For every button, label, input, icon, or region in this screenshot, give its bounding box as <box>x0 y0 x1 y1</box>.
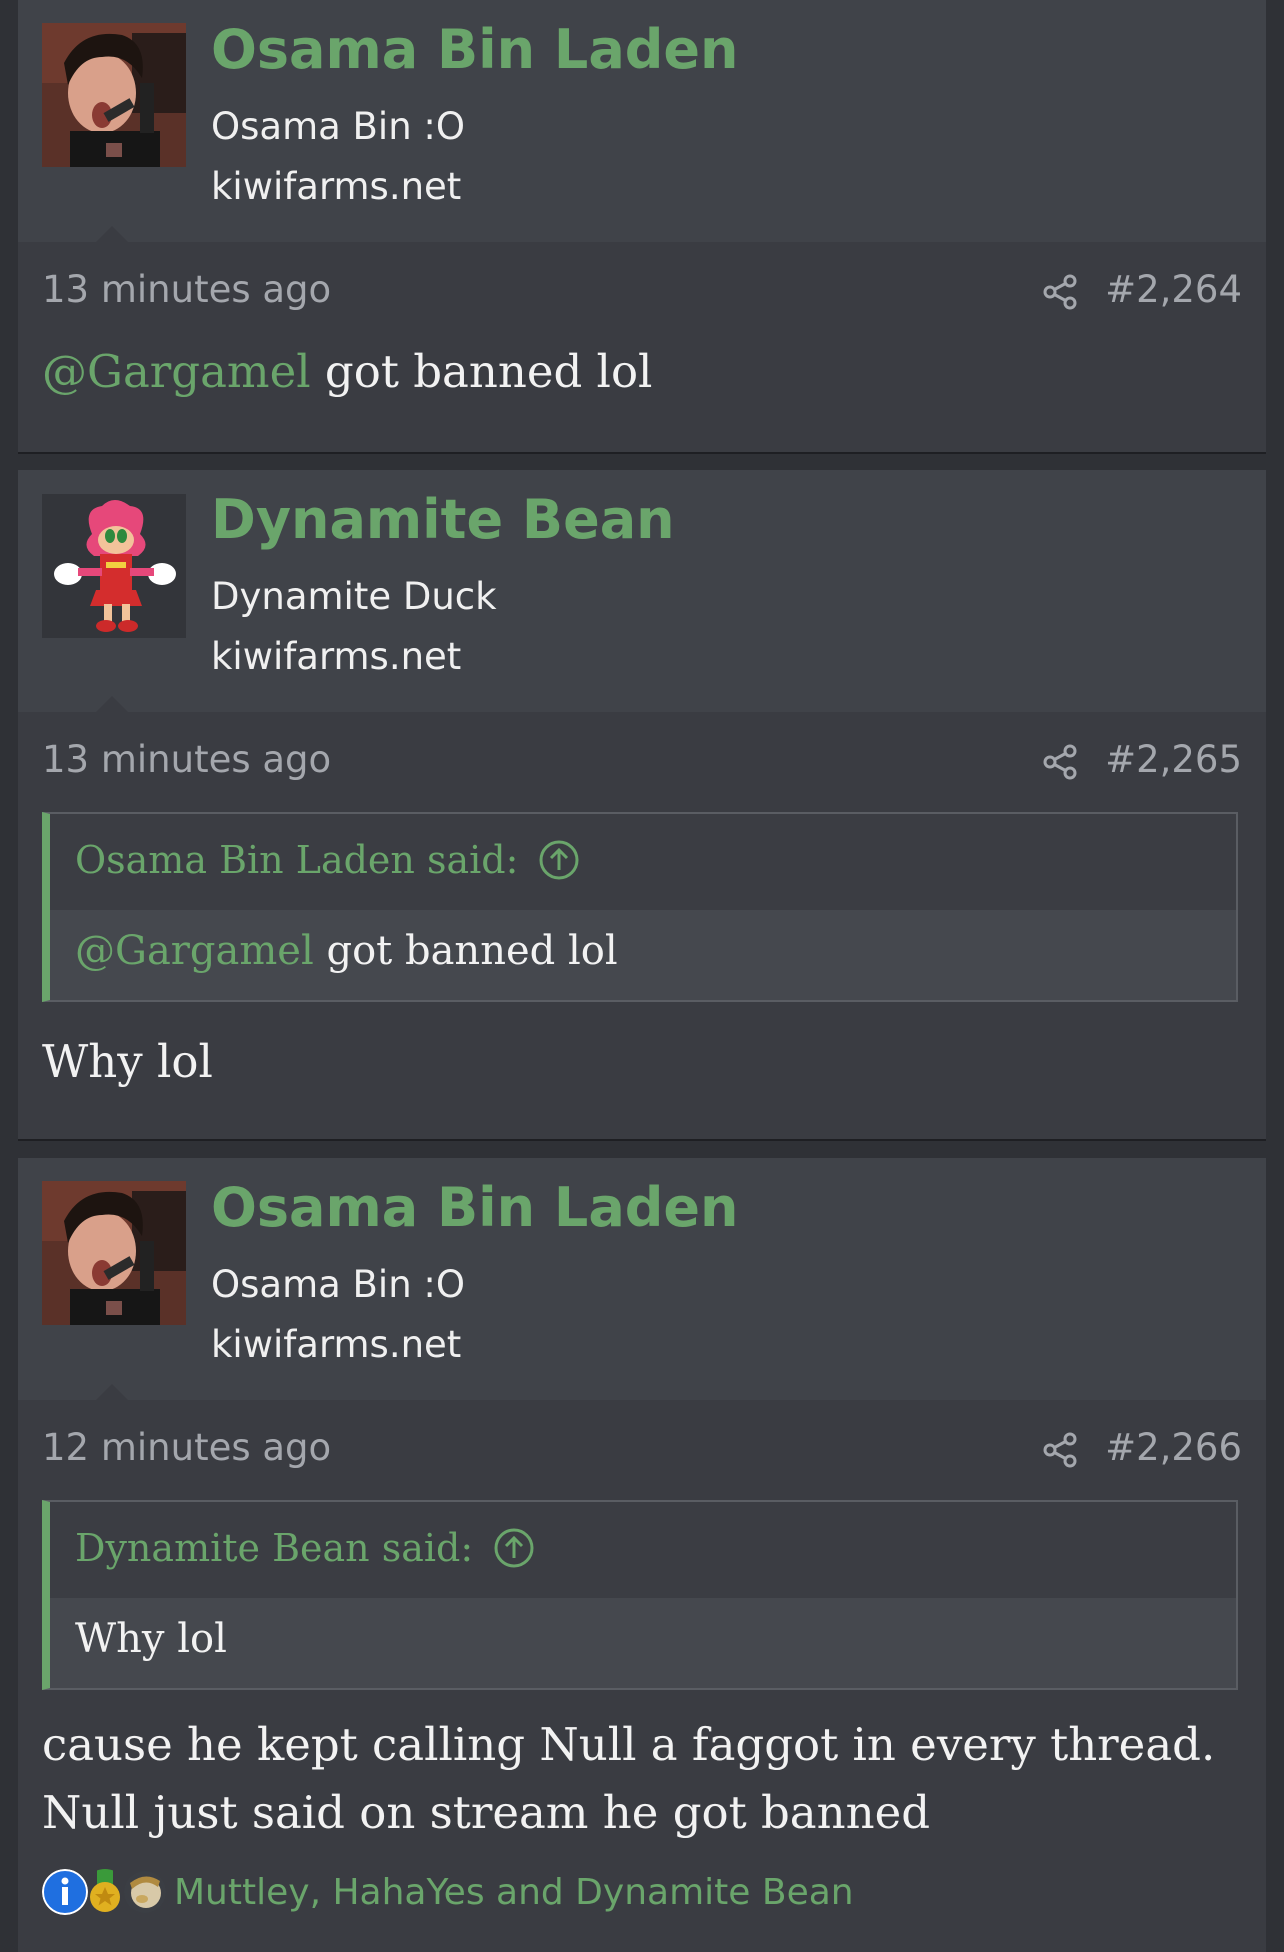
post-body-text: Why lol <box>42 1035 213 1088</box>
quote-attribution[interactable]: Dynamite Bean said: <box>75 1526 535 1570</box>
share-icon[interactable] <box>1040 272 1080 312</box>
post-user-header: Osama Bin Laden Osama Bin :O kiwifarms.n… <box>18 0 1266 242</box>
user-avatar[interactable] <box>42 1181 186 1325</box>
post-timestamp[interactable]: 13 minutes ago <box>42 268 331 311</box>
quote-attribution-text: Osama Bin Laden said: <box>75 838 519 882</box>
reaction-users-link[interactable]: Muttley, HahaYes and Dynamite Bean <box>174 1872 854 1913</box>
user-title: Osama Bin :O <box>211 1263 466 1306</box>
username[interactable]: Dynamite Bean <box>211 488 675 553</box>
user-mention-link[interactable]: @Gargamel <box>42 345 311 398</box>
thunk-provoking-icon <box>124 1871 166 1913</box>
share-icon[interactable] <box>1040 1430 1080 1470</box>
share-icon[interactable] <box>1040 742 1080 782</box>
user-photo-avatar-icon <box>42 23 186 167</box>
post-user-header: Osama Bin Laden Osama Bin :O kiwifarms.n… <box>18 1158 1266 1400</box>
header-pointer <box>96 226 128 242</box>
username[interactable]: Osama Bin Laden <box>211 18 738 83</box>
post-timestamp[interactable]: 12 minutes ago <box>42 1426 331 1469</box>
username[interactable]: Osama Bin Laden <box>211 1176 738 1241</box>
quote-attribution[interactable]: Osama Bin Laden said: <box>75 838 580 882</box>
post-number-link[interactable]: #2,264 <box>1105 268 1242 311</box>
arrow-up-circle-icon[interactable] <box>493 1527 535 1569</box>
user-site: kiwifarms.net <box>211 165 462 208</box>
thread-page: Osama Bin Laden Osama Bin :O kiwifarms.n… <box>0 0 1284 1952</box>
post-timestamp[interactable]: 13 minutes ago <box>42 738 331 781</box>
post-meta: 13 minutes ago #2,265 <box>18 722 1266 802</box>
post-body: @Gargamel got banned lol <box>42 338 652 406</box>
pink-hedgehog-avatar-icon <box>42 494 186 638</box>
user-mention-link[interactable]: @Gargamel <box>75 928 314 974</box>
quote-text: Why lol <box>75 1616 227 1662</box>
user-photo-avatar-icon <box>42 1181 186 1325</box>
informative-icon <box>42 1869 88 1915</box>
post: Dynamite Bean Dynamite Duck kiwifarms.ne… <box>18 470 1266 1139</box>
user-site: kiwifarms.net <box>211 1323 462 1366</box>
header-pointer <box>96 1384 128 1400</box>
quote-header: Osama Bin Laden said: <box>50 814 1236 910</box>
quote-header: Dynamite Bean said: <box>50 1502 1236 1598</box>
post: Osama Bin Laden Osama Bin :O kiwifarms.n… <box>18 0 1266 452</box>
post-body: cause he kept calling Null a faggot in e… <box>42 1711 1215 1847</box>
user-title: Dynamite Duck <box>211 575 497 618</box>
post-body-line: cause he kept calling Null a faggot in e… <box>42 1718 1216 1771</box>
arrow-up-circle-icon[interactable] <box>538 839 580 881</box>
post-body: Why lol <box>42 1028 213 1096</box>
quote-body: Why lol <box>50 1598 1236 1688</box>
quote-attribution-text: Dynamite Bean said: <box>75 1526 474 1570</box>
quote-text-content: got banned lol <box>313 928 618 974</box>
user-avatar[interactable] <box>42 494 186 638</box>
user-title: Osama Bin :O <box>211 105 466 148</box>
post-user-header: Dynamite Bean Dynamite Duck kiwifarms.ne… <box>18 470 1266 712</box>
post-meta: 13 minutes ago #2,264 <box>18 252 1266 332</box>
post-body-line: Null just said on stream he got banned <box>42 1786 931 1839</box>
reactions-bar[interactable]: Muttley, HahaYes and Dynamite Bean <box>42 1864 854 1920</box>
user-site: kiwifarms.net <box>211 635 462 678</box>
quote-block: Dynamite Bean said: Why lol <box>42 1500 1238 1690</box>
post-meta: 12 minutes ago #2,266 <box>18 1410 1266 1490</box>
post-number-link[interactable]: #2,265 <box>1105 738 1242 781</box>
header-pointer <box>96 696 128 712</box>
quote-body: @Gargamel got banned lol <box>50 910 1236 1000</box>
post-body-text: got banned lol <box>310 345 653 398</box>
quote-text: @Gargamel got banned lol <box>75 928 618 974</box>
user-avatar[interactable] <box>42 23 186 167</box>
quote-block: Osama Bin Laden said: @Gargamel got bann… <box>42 812 1238 1002</box>
winner-medal-icon <box>90 1869 120 1912</box>
post-number-link[interactable]: #2,266 <box>1105 1426 1242 1469</box>
post: Osama Bin Laden Osama Bin :O kiwifarms.n… <box>18 1158 1266 1952</box>
